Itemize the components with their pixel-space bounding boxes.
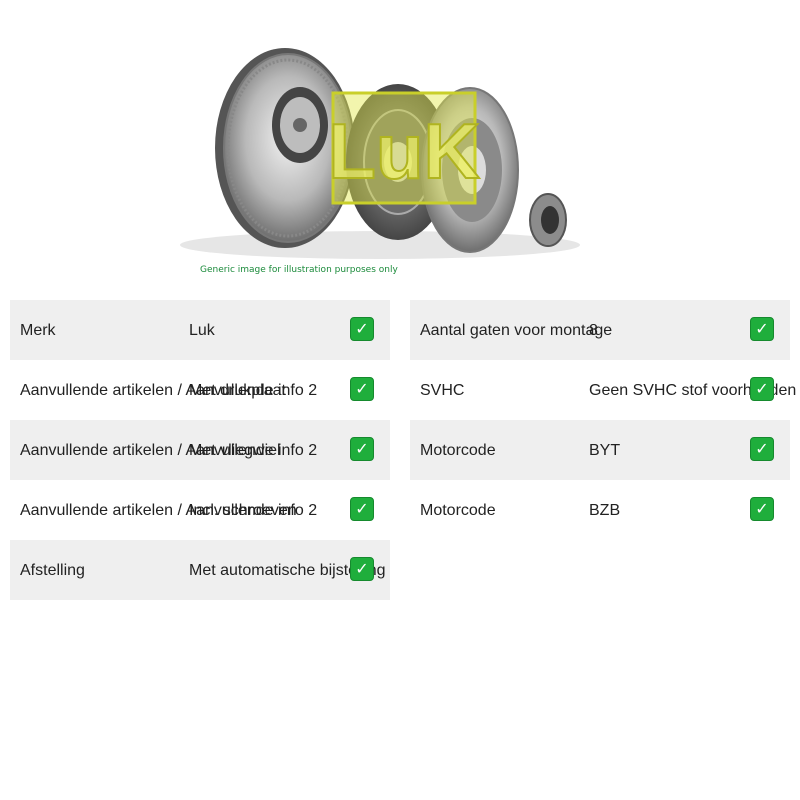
spec-table-right: Aantal gaten voor montage 8 ✓ SVHC Geen … [410,300,796,540]
spec-value: BYT [589,442,621,459]
spec-row: Aanvullende artikelen / Aanvullende info… [10,480,390,540]
check-icon: ✓ [350,437,374,461]
spec-row: Aanvullende artikelen / Aanvullende info… [10,420,390,480]
spec-row: Aantal gaten voor montage 8 ✓ [410,300,790,360]
spec-value: Met drukplaat [189,382,286,399]
product-image: LuK [180,48,580,259]
check-icon: ✓ [350,557,374,581]
spec-label: Afstelling [20,562,85,579]
svg-text:LuK: LuK [328,107,480,195]
spec-table-left: Merk Luk ✓ Aanvullende artikelen / Aanvu… [10,300,390,600]
spec-label: Merk [20,322,56,339]
check-icon: ✓ [350,377,374,401]
spec-row: SVHC Geen SVHC stof voorhanden ✓ [410,360,796,420]
spec-row: Motorcode BZB ✓ [410,480,790,540]
spec-row: Aanvullende artikelen / Aanvullende info… [10,360,390,420]
spec-value: BZB [589,502,621,519]
spec-value: Luk [189,322,215,339]
spec-label: Motorcode [420,442,496,459]
spec-row: Motorcode BYT ✓ [410,420,790,480]
check-icon: ✓ [750,377,774,401]
spec-value: Met vliegwiel [189,442,281,459]
check-icon: ✓ [350,317,374,341]
image-caption: Generic image for illustration purposes … [200,265,398,275]
check-icon: ✓ [750,497,774,521]
check-icon: ✓ [750,317,774,341]
spec-label: Aantal gaten voor montage [420,322,613,339]
spec-row: Merk Luk ✓ [10,300,390,360]
check-icon: ✓ [350,497,374,521]
spec-label: SVHC [420,382,465,399]
spec-value: Incl. schroeven [189,502,297,519]
spec-value: 8 [589,322,598,339]
check-icon: ✓ [750,437,774,461]
spec-row: Afstelling Met automatische bijstelling … [10,540,390,600]
spec-label: Motorcode [420,502,496,519]
